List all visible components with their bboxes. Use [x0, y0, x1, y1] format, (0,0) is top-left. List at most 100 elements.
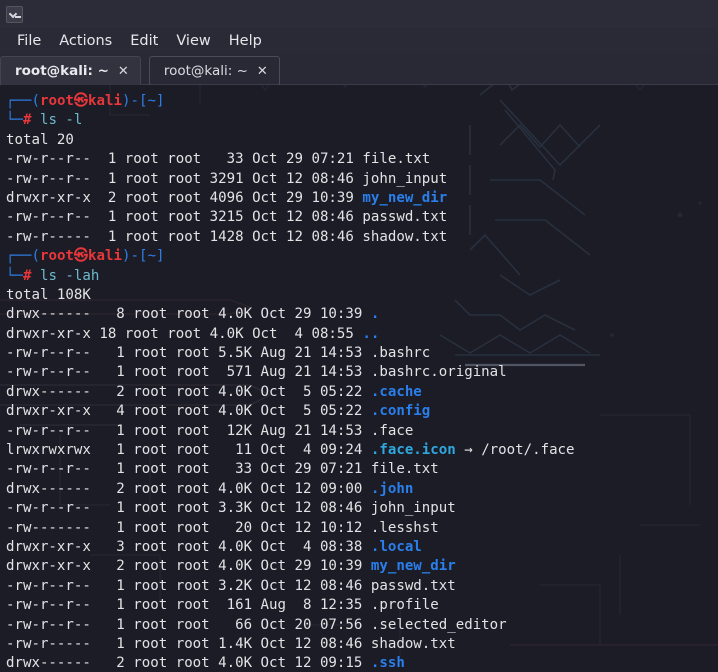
terminal-output-line: -rw-r--r-- 1 root root 3.3K Oct 12 08:46…	[6, 499, 718, 518]
terminal-output-line: -rw-r--r-- 1 root root 5.5K Aug 21 14:53…	[6, 344, 718, 363]
prompt-path: [~]	[138, 248, 165, 265]
terminal-output-line: -rw------- 1 root root 20 Oct 12 10:12 .…	[6, 519, 718, 538]
terminal-screen: ┌──(root㉿kali)-[~] └─# ls -l total 20 -rw-r…	[0, 85, 718, 672]
output-segment: drwxr-xr-x 2 root root 4.0K Oct 29 10:39	[6, 558, 371, 575]
menu-item-view[interactable]: View	[167, 31, 219, 51]
output-segment: .	[370, 306, 380, 323]
output-segment: -rw-r--r-- 1 root root 3215 Oct 12 08:46	[6, 209, 363, 226]
output-segment: .john	[370, 480, 414, 497]
prompt-corner-bottom: └─	[6, 112, 23, 129]
prompt-path: [~]	[138, 93, 165, 109]
output-segment: file.txt	[362, 151, 431, 168]
prompt-host: kali	[88, 93, 122, 109]
prompt-paren-open: (	[31, 93, 40, 109]
output-segment: shadow.txt	[362, 228, 448, 245]
output-segment: total 108K	[6, 286, 91, 303]
output-segment: -rw-r--r-- 1 root root 571 Aug 21 14:53	[6, 364, 371, 381]
close-icon[interactable]: ✕	[118, 65, 129, 78]
menu-item-file[interactable]: File	[8, 31, 50, 51]
prompt-line-command: └─# ls -l	[6, 111, 718, 130]
terminal-output-line: -rw-r--r-- 1 root root 3.2K Oct 12 08:46…	[6, 577, 718, 596]
terminal-output-line: drwxr-xr-x 18 root root 4.0K Oct 4 08:55…	[6, 325, 718, 344]
menu-bar: File Actions Edit View Help	[0, 28, 718, 54]
terminal-output-line: -rw-r--r-- 1 root root 12K Aug 21 14:53 …	[6, 422, 718, 441]
output-segment: drwx------ 2 root root 4.0K Oct 5 05:22	[6, 383, 371, 400]
output-segment: .cache	[370, 383, 422, 400]
output-segment: .local	[370, 538, 422, 555]
prompt-user: root	[39, 248, 74, 265]
output-segment: drwxr-xr-x 3 root root 4.0K Oct 4 08:38	[6, 538, 371, 555]
tab-label: root@kali: ~	[15, 63, 109, 79]
prompt-dash: -	[130, 93, 139, 109]
terminal-output-line: drwxr-xr-x 4 root root 4.0K Oct 5 05:22 …	[6, 402, 718, 421]
output-segment: -rw-r--r-- 1 root root 12K Aug 21 14:53	[6, 422, 371, 439]
prompt-line-top: ┌──(root㉿kali)-[~]	[6, 247, 718, 266]
output-segment: .config	[370, 403, 431, 420]
terminal-area[interactable]: ┌──(root㉿kali)-[~] └─# ls -l total 20 -rw-r…	[0, 85, 718, 672]
terminal-output-line: -rw-r--r-- 1 root root 3291 Oct 12 08:46…	[6, 170, 718, 189]
terminal-output-line: lrwxrwxrwx 1 root root 11 Oct 4 09:24 .f…	[6, 441, 718, 460]
terminal-command: ls -lah	[31, 267, 100, 284]
title-bar	[0, 0, 718, 28]
tab-terminal-2[interactable]: root@kali: ~ ✕	[148, 56, 280, 85]
output-segment: -rw-r--r-- 1 root root 161 Aug 8 12:35	[6, 597, 371, 614]
terminal-output-line: -rw-r----- 1 root root 1428 Oct 12 08:46…	[6, 228, 718, 247]
terminal-command: ls -l	[31, 112, 83, 129]
terminal-output-line: drwx------ 8 root root 4.0K Oct 29 10:39…	[6, 305, 718, 324]
terminal-window: File Actions Edit View Help root@kali: ~…	[0, 0, 718, 672]
output-segment: .face.icon	[370, 442, 456, 459]
tab-terminal-1[interactable]: root@kali: ~ ✕	[0, 56, 141, 85]
output-segment: -rw-r--r-- 1 root root 66 Oct 20 07:56	[6, 616, 371, 633]
prompt-line-top: ┌──(root㉿kali)-[~]	[6, 92, 718, 111]
menu-item-actions[interactable]: Actions	[50, 31, 121, 51]
prompt-paren-open: (	[31, 248, 40, 265]
output-segment: -rw-r--r-- 1 root root 33 Oct 29 07:21	[6, 151, 363, 168]
output-segment: → /root/.face	[455, 442, 575, 459]
terminal-output-line: -rw-r--r-- 1 root root 3215 Oct 12 08:46…	[6, 208, 718, 227]
output-segment: drwx------ 8 root root 4.0K Oct 29 10:39	[6, 306, 371, 323]
prompt-at-icon: ㉿	[73, 248, 89, 265]
output-segment: my_new_dir	[370, 558, 456, 575]
close-icon[interactable]: ✕	[257, 65, 268, 78]
output-segment: -rw-r--r-- 1 root root 3291 Oct 12 08:46	[6, 170, 363, 187]
output-segment: .lesshst	[370, 519, 439, 536]
output-segment: .profile	[370, 597, 439, 614]
menu-item-help[interactable]: Help	[220, 31, 271, 51]
prompt-corner-bottom: └─	[6, 267, 23, 284]
output-segment: -rw-r--r-- 1 root root 3.2K Oct 12 08:46	[6, 577, 371, 594]
output-segment: my_new_dir	[362, 189, 448, 206]
prompt-user: root	[39, 93, 74, 109]
output-segment: passwd.txt	[370, 577, 456, 594]
prompt-at-icon: ㉿	[73, 93, 89, 109]
terminal-output-line: -rw-r--r-- 1 root root 33 Oct 29 07:21 f…	[6, 460, 718, 479]
output-segment: drwx------ 2 root root 4.0K Oct 12 09:15	[6, 655, 371, 672]
terminal-output-line: -rw-r--r-- 1 root root 571 Aug 21 14:53 …	[6, 363, 718, 382]
prompt-corner: ┌──	[6, 93, 32, 109]
prompt-line-command: └─# ls -lah	[6, 267, 718, 286]
output-segment: lrwxrwxrwx 1 root root 11 Oct 4 09:24	[6, 442, 371, 459]
terminal-icon	[6, 5, 23, 23]
menu-item-edit[interactable]: Edit	[121, 31, 167, 51]
output-segment: file.txt	[370, 461, 439, 478]
prompt-corner: ┌──	[6, 248, 32, 265]
terminal-output-line: drwxr-xr-x 2 root root 4.0K Oct 29 10:39…	[6, 557, 718, 576]
terminal-output-line: -rw-r--r-- 1 root root 161 Aug 8 12:35 .…	[6, 596, 718, 615]
output-segment: ..	[362, 325, 380, 342]
tab-label: root@kali: ~	[163, 63, 248, 79]
output-segment: -rw-r----- 1 root root 1.4K Oct 12 08:46	[6, 635, 371, 652]
output-segment: total 20	[6, 131, 74, 148]
terminal-output-line: drwx------ 2 root root 4.0K Oct 12 09:00…	[6, 480, 718, 499]
output-segment: -rw-r----- 1 root root 1428 Oct 12 08:46	[6, 228, 363, 245]
output-segment: .selected_editor	[370, 616, 507, 633]
output-segment: john_input	[362, 170, 448, 187]
output-segment: .bashrc.original	[370, 364, 507, 381]
terminal-output-line: drwxr-xr-x 3 root root 4.0K Oct 4 08:38 …	[6, 538, 718, 557]
prompt-dash: -	[130, 248, 139, 265]
output-segment: .bashrc	[370, 345, 431, 362]
output-segment: .ssh	[370, 655, 405, 672]
terminal-output-line: -rw-r--r-- 1 root root 33 Oct 29 07:21 f…	[6, 150, 718, 169]
output-segment: -rw-r--r-- 1 root root 5.5K Aug 21 14:53	[6, 345, 371, 362]
output-segment: drwxr-xr-x 18 root root 4.0K Oct 4 08:55	[6, 325, 363, 342]
output-segment: -rw-r--r-- 1 root root 3.3K Oct 12 08:46	[6, 500, 371, 517]
terminal-output-line: -rw-r--r-- 1 root root 66 Oct 20 07:56 .…	[6, 616, 718, 635]
